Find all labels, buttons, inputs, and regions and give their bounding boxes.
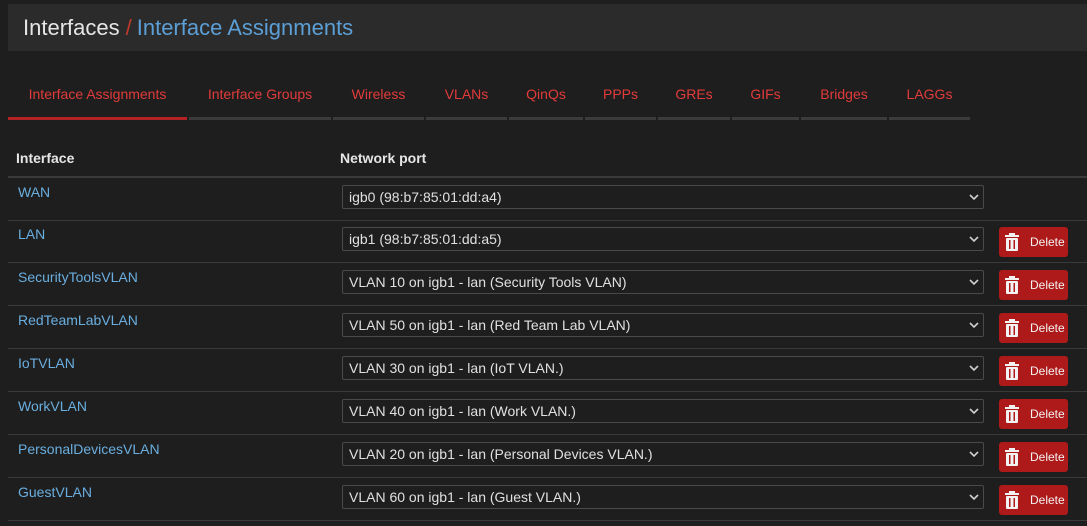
chevron-down-icon [969, 279, 979, 286]
network-port-select[interactable]: VLAN 10 on igb1 - lan (Security Tools VL… [342, 270, 984, 294]
interface-link[interactable]: IoTVLAN [18, 355, 75, 371]
trash-icon [1005, 276, 1019, 294]
delete-button[interactable]: Delete [999, 313, 1068, 343]
interface-link[interactable]: RedTeamLabVLAN [18, 312, 138, 328]
column-header-network-port: Network port [340, 150, 427, 166]
tab-gres[interactable]: GREs [658, 76, 730, 120]
breadcrumb-separator: / [125, 15, 132, 40]
delete-button[interactable]: Delete [999, 399, 1068, 429]
breadcrumb-current[interactable]: Interface Assignments [137, 15, 353, 40]
page: Interfaces / Interface Assignments Interfa… [0, 0, 1087, 526]
chevron-down-icon [969, 236, 979, 243]
tab-interface-assignments[interactable]: Interface Assignments [8, 76, 187, 120]
network-port-select[interactable]: VLAN 40 on igb1 - lan (Work VLAN.) [342, 399, 984, 423]
delete-button[interactable]: Delete [999, 227, 1068, 257]
trash-icon [1005, 362, 1019, 380]
tab-wireless[interactable]: Wireless [333, 76, 424, 120]
network-port-select[interactable]: igb1 (98:b7:85:01:dd:a5) [342, 227, 984, 251]
network-port-value: VLAN 50 on igb1 - lan (Red Team Lab VLAN… [349, 317, 631, 333]
interface-link[interactable]: PersonalDevicesVLAN [18, 441, 160, 457]
chevron-down-icon [969, 451, 979, 458]
tab-ppps[interactable]: PPPs [585, 76, 656, 120]
delete-button-label: Delete [1030, 493, 1065, 507]
delete-button-label: Delete [1030, 407, 1065, 421]
chevron-down-icon [969, 322, 979, 329]
delete-button-label: Delete [1030, 278, 1065, 292]
interface-link[interactable]: SecurityToolsVLAN [18, 269, 138, 285]
network-port-value: VLAN 60 on igb1 - lan (Guest VLAN.) [349, 489, 581, 505]
tab-gifs[interactable]: GIFs [732, 76, 799, 120]
trash-icon [1005, 491, 1019, 509]
tab-interface-groups[interactable]: Interface Groups [189, 76, 331, 120]
breadcrumb-parent[interactable]: Interfaces [23, 15, 120, 40]
table-row: IoTVLAN VLAN 30 on igb1 - lan (IoT VLAN.… [8, 349, 1087, 392]
network-port-select[interactable]: VLAN 30 on igb1 - lan (IoT VLAN.) [342, 356, 984, 380]
network-port-value: igb0 (98:b7:85:01:dd:a4) [349, 189, 502, 205]
tab-vlans[interactable]: VLANs [426, 76, 507, 120]
column-header-interface: Interface [16, 150, 75, 166]
network-port-value: VLAN 10 on igb1 - lan (Security Tools VL… [349, 274, 627, 290]
delete-button[interactable]: Delete [999, 356, 1068, 386]
chevron-down-icon [969, 365, 979, 372]
trash-icon [1005, 319, 1019, 337]
chevron-down-icon [969, 408, 979, 415]
interface-link[interactable]: GuestVLAN [18, 484, 92, 500]
tab-qinqs[interactable]: QinQs [509, 76, 583, 120]
network-port-value: igb1 (98:b7:85:01:dd:a5) [349, 231, 502, 247]
interface-link[interactable]: WorkVLAN [18, 398, 87, 414]
trash-icon [1005, 448, 1019, 466]
table-row: SecurityToolsVLAN VLAN 10 on igb1 - lan … [8, 263, 1087, 306]
tab-laggs[interactable]: LAGGs [889, 76, 970, 120]
delete-button-label: Delete [1030, 364, 1065, 378]
interface-link[interactable]: WAN [18, 184, 50, 200]
network-port-value: VLAN 20 on igb1 - lan (Personal Devices … [349, 446, 653, 462]
network-port-select[interactable]: VLAN 20 on igb1 - lan (Personal Devices … [342, 442, 984, 466]
delete-button-label: Delete [1030, 450, 1065, 464]
delete-button-label: Delete [1030, 321, 1065, 335]
table-row: GuestVLAN VLAN 60 on igb1 - lan (Guest V… [8, 478, 1087, 521]
chevron-down-icon [969, 194, 979, 201]
table-row: PersonalDevicesVLAN VLAN 20 on igb1 - la… [8, 435, 1087, 478]
delete-button[interactable]: Delete [999, 442, 1068, 472]
delete-button[interactable]: Delete [999, 485, 1068, 515]
delete-button-label: Delete [1030, 235, 1065, 249]
trash-icon [1005, 405, 1019, 423]
table-row: WAN igb0 (98:b7:85:01:dd:a4) [8, 178, 1087, 221]
chevron-down-icon [969, 494, 979, 501]
network-port-select[interactable]: VLAN 50 on igb1 - lan (Red Team Lab VLAN… [342, 313, 984, 337]
network-port-select[interactable]: igb0 (98:b7:85:01:dd:a4) [342, 185, 984, 209]
breadcrumb: Interfaces / Interface Assignments [23, 16, 353, 40]
trash-icon [1005, 233, 1019, 251]
network-port-value: VLAN 40 on igb1 - lan (Work VLAN.) [349, 403, 576, 419]
tab-bridges[interactable]: Bridges [801, 76, 887, 120]
network-port-select[interactable]: VLAN 60 on igb1 - lan (Guest VLAN.) [342, 485, 984, 509]
delete-button[interactable]: Delete [999, 270, 1068, 300]
page-header: Interfaces / Interface Assignments [8, 4, 1087, 51]
network-port-value: VLAN 30 on igb1 - lan (IoT VLAN.) [349, 360, 564, 376]
table-row: WorkVLAN VLAN 40 on igb1 - lan (Work VLA… [8, 392, 1087, 435]
table-row: RedTeamLabVLAN VLAN 50 on igb1 - lan (Re… [8, 306, 1087, 349]
table-row: LAN igb1 (98:b7:85:01:dd:a5) Delete [8, 220, 1087, 263]
interface-link[interactable]: LAN [18, 226, 45, 242]
